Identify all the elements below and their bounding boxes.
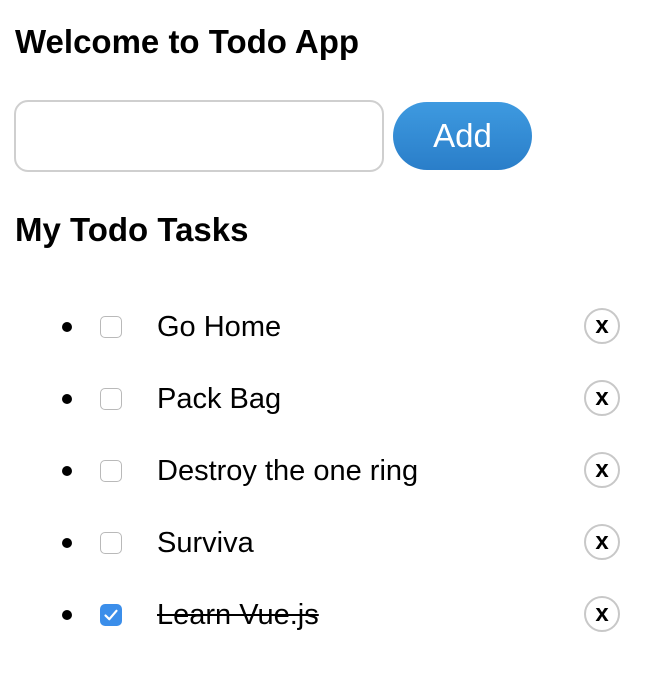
bullet-dot-icon	[62, 538, 72, 548]
task-checkbox[interactable]	[100, 388, 122, 410]
todo-item: Learn Vue.js x	[0, 578, 656, 650]
task-text: Pack Bag	[157, 383, 282, 415]
todo-item: Surviva x	[0, 506, 656, 578]
task-text: Learn Vue.js	[157, 599, 319, 631]
new-task-input[interactable]	[14, 100, 384, 172]
todo-item: Destroy the one ring x	[0, 434, 656, 506]
delete-task-button[interactable]: x	[584, 524, 620, 560]
add-task-form: Add	[14, 100, 554, 172]
task-checkbox[interactable]	[100, 532, 122, 554]
delete-task-button[interactable]: x	[584, 452, 620, 488]
bullet-dot-icon	[62, 610, 72, 620]
task-text: Surviva	[157, 527, 254, 559]
todo-list: Go Home x Pack Bag x Destroy the one rin…	[0, 290, 656, 650]
delete-task-button[interactable]: x	[584, 308, 620, 344]
add-button[interactable]: Add	[393, 102, 532, 170]
bullet-dot-icon	[62, 394, 72, 404]
tasks-section-title: My Todo Tasks	[15, 211, 249, 248]
checkmark-icon	[104, 609, 118, 621]
bullet-dot-icon	[62, 466, 72, 476]
bullet-dot-icon	[62, 322, 72, 332]
task-checkbox[interactable]	[100, 460, 122, 482]
task-text: Go Home	[157, 311, 282, 343]
todo-item: Go Home x	[0, 290, 656, 362]
todo-item: Pack Bag x	[0, 362, 656, 434]
task-checkbox[interactable]	[100, 316, 122, 338]
task-checkbox[interactable]	[100, 604, 122, 626]
delete-task-button[interactable]: x	[584, 596, 620, 632]
todo-app: Welcome to Todo App Add My Todo Tasks Go…	[0, 0, 656, 680]
delete-task-button[interactable]: x	[584, 380, 620, 416]
task-text: Destroy the one ring	[157, 455, 419, 487]
page-title: Welcome to Todo App	[15, 23, 360, 60]
